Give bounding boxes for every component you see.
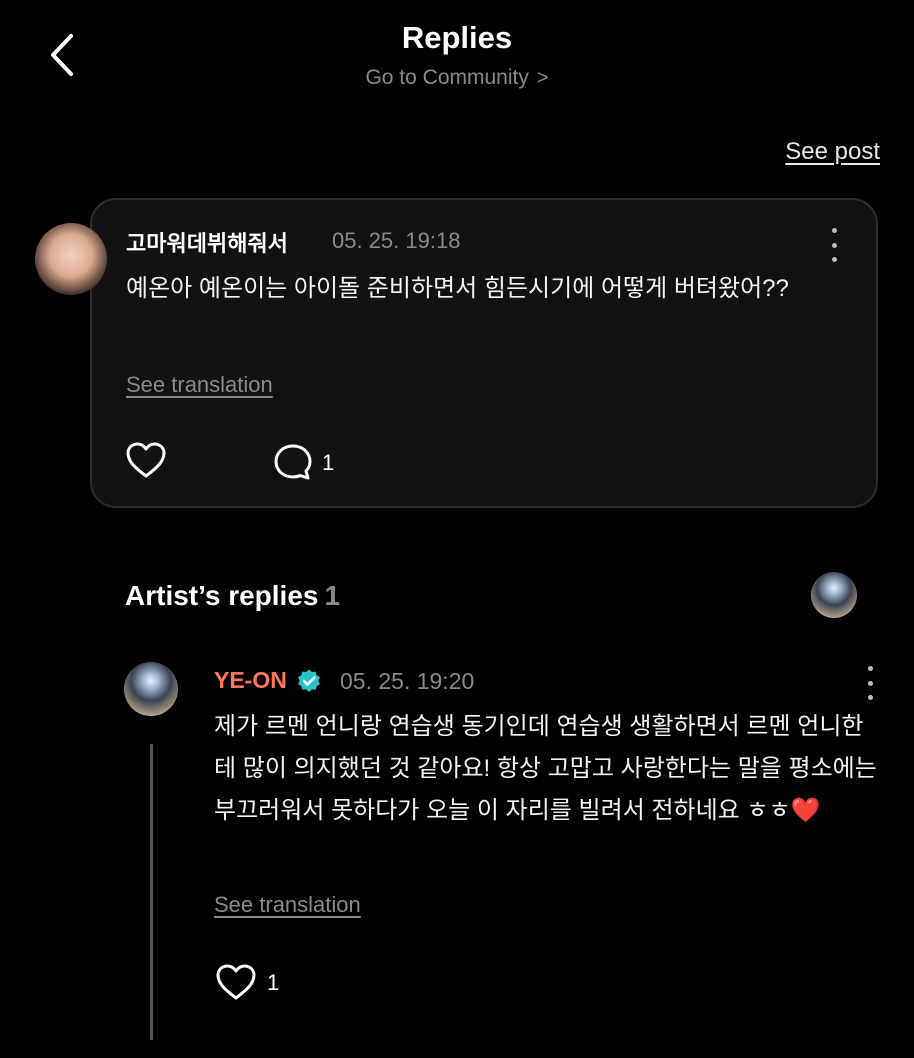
- more-vertical-icon[interactable]: [824, 228, 844, 262]
- heart-outline-icon[interactable]: [214, 962, 258, 1002]
- reply-timestamp: 05. 25. 19:20: [340, 668, 475, 694]
- reply-count: 1: [322, 450, 335, 475]
- verified-badge-icon: [298, 669, 320, 692]
- heart-outline-icon[interactable]: [124, 440, 168, 480]
- avatar[interactable]: [35, 223, 107, 295]
- thread-line: [150, 744, 153, 1040]
- see-translation-link[interactable]: See translation: [126, 372, 273, 398]
- red-heart-emoji: ❤️: [790, 797, 821, 824]
- reply-username[interactable]: YE-ON: [214, 667, 287, 694]
- see-translation-link[interactable]: See translation: [214, 892, 361, 918]
- like-count: 1: [267, 970, 280, 995]
- avatar[interactable]: [124, 662, 178, 716]
- replies-screen: Replies Go to Community > See post 고마워데뷔해…: [0, 0, 914, 1058]
- see-post-link[interactable]: See post: [785, 138, 880, 166]
- more-vertical-icon[interactable]: [860, 666, 880, 700]
- comment-text: 예온아 예온이는 아이돌 준비하면서 힘든시기에 어떻게 버텨왔어??: [126, 275, 789, 302]
- artist-replies-heading: Artist’s replies 1: [125, 580, 340, 612]
- comment-bubble-icon[interactable]: [272, 442, 314, 482]
- go-to-community-label: Go to Community: [365, 66, 529, 89]
- artist-replies-count: 1: [324, 580, 341, 611]
- reply-text-block: 제가 르멘 언니랑 연습생 동기인데 연습생 생활하면서 르멘 언니한테 많이 …: [214, 706, 884, 832]
- chevron-right-icon: >: [536, 67, 549, 89]
- comment-username[interactable]: 고마워데뷔해줘서: [126, 226, 288, 258]
- comment-timestamp: 05. 25. 19:18: [332, 228, 461, 253]
- artist-avatar-small[interactable]: [811, 572, 857, 618]
- artist-replies-title: Artist’s replies: [125, 580, 319, 611]
- go-to-community-link[interactable]: Go to Community >: [0, 66, 914, 90]
- reply-text: 제가 르멘 언니랑 연습생 동기인데 연습생 생활하면서 르멘 언니한테 많이 …: [214, 713, 877, 824]
- page-title: Replies: [401, 20, 513, 55]
